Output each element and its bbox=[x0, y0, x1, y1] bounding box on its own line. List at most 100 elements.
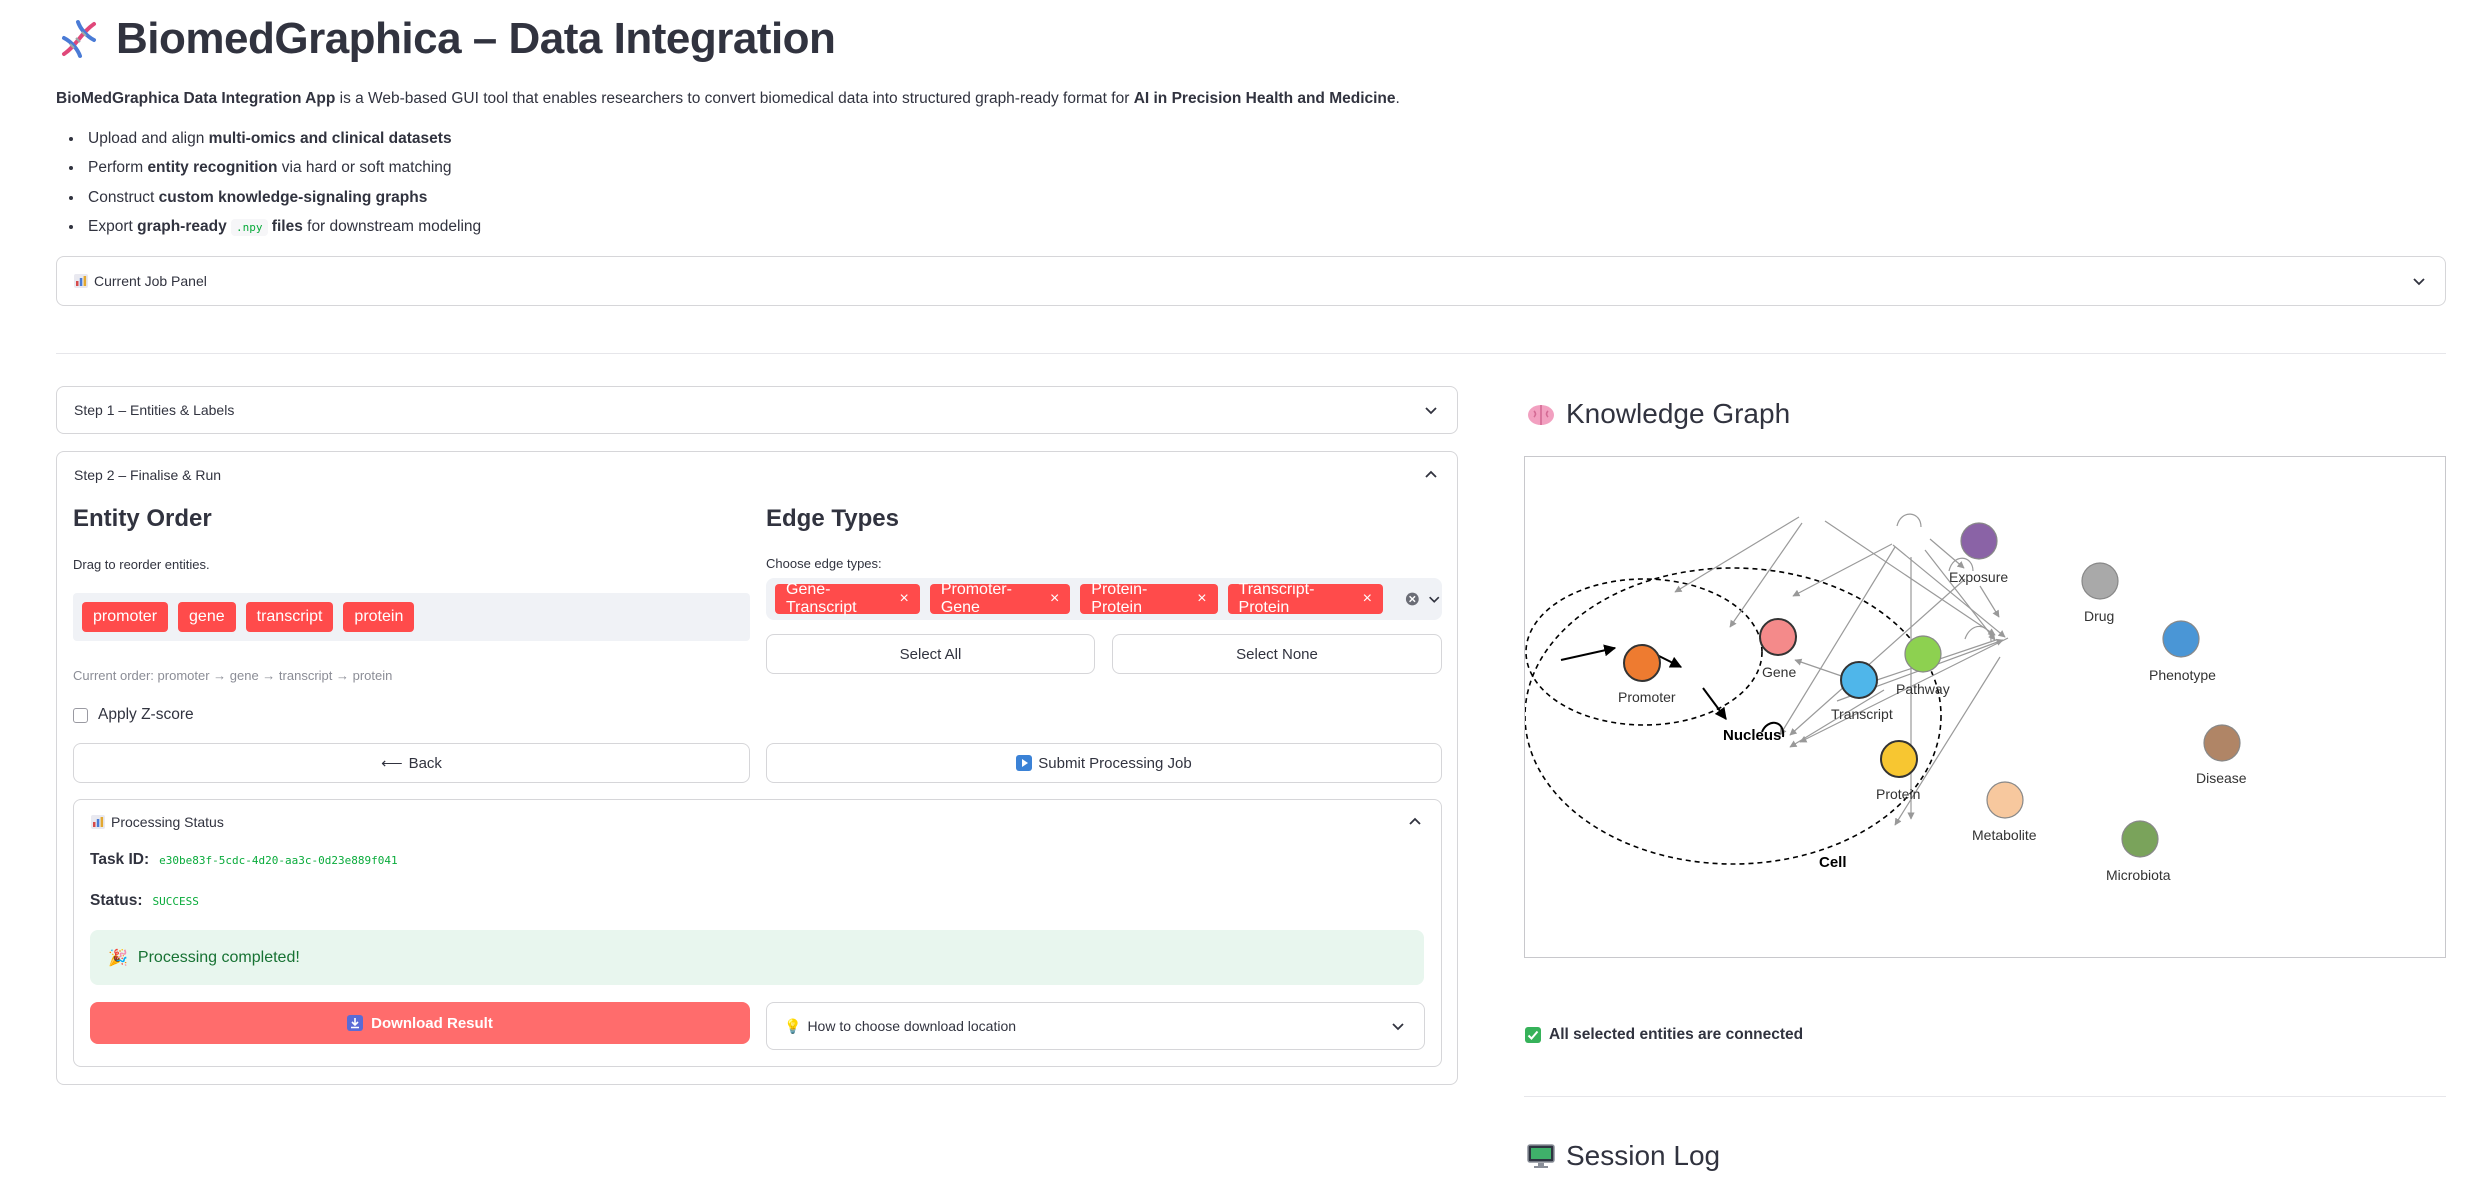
edge-type-multiselect[interactable]: Gene-Transcript × Promoter-Gene × Protein-… bbox=[766, 578, 1442, 620]
chevron-up-icon bbox=[1425, 470, 1437, 478]
play-icon bbox=[1016, 755, 1033, 771]
session-log-heading: Session Log bbox=[1566, 1140, 1721, 1171]
remove-icon[interactable]: × bbox=[1050, 590, 1059, 608]
node-metabolite bbox=[1986, 781, 2024, 819]
feature-list: Upload and align multi-omics and clinica… bbox=[56, 124, 481, 241]
edge-chip[interactable]: Promoter-Gene × bbox=[929, 581, 1071, 616]
knowledge-graph-header: Knowledge Graph bbox=[1526, 398, 1790, 430]
list-item: Upload and align multi-omics and clinica… bbox=[84, 124, 481, 153]
label-pathway: Pathway bbox=[1896, 681, 1950, 697]
label-cell: Cell bbox=[1819, 854, 1847, 871]
node-drug bbox=[2081, 562, 2119, 600]
processing-status-label: Processing Status bbox=[111, 814, 224, 830]
chevron-down-icon[interactable] bbox=[1426, 590, 1442, 608]
chevron-down-icon bbox=[2413, 278, 2425, 286]
divider bbox=[1524, 1096, 2446, 1097]
label-microbiota: Microbiota bbox=[2106, 867, 2171, 883]
entity-chip-protein[interactable]: protein bbox=[343, 602, 415, 632]
entity-chip-promoter[interactable]: promoter bbox=[82, 602, 169, 632]
monitor-icon bbox=[1527, 1144, 1555, 1168]
current-order-text: Current order: promoter → gene → transcr… bbox=[73, 668, 393, 683]
entity-order-hint: Drag to reorder entities. bbox=[73, 557, 210, 572]
node-promoter bbox=[1623, 644, 1661, 682]
label-drug: Drug bbox=[2084, 608, 2114, 624]
chevron-down-icon bbox=[1392, 1023, 1404, 1031]
select-all-button[interactable]: Select All bbox=[766, 634, 1095, 674]
intro-body: is a Web-based GUI tool that enables res… bbox=[335, 90, 1134, 107]
label-nucleus: Nucleus bbox=[1723, 727, 1781, 744]
label-gene: Gene bbox=[1762, 664, 1796, 680]
intro-focus: AI in Precision Health and Medicine bbox=[1133, 90, 1396, 107]
select-none-button[interactable]: Select None bbox=[1112, 634, 1442, 674]
status-row: Status: SUCCESS bbox=[90, 892, 199, 910]
submit-label: Submit Processing Job bbox=[1038, 754, 1192, 772]
intro-app-name: BioMedGraphica Data Integration App bbox=[56, 90, 336, 107]
processing-status-header[interactable]: Processing Status bbox=[74, 800, 1441, 844]
edge-types-heading: Edge Types bbox=[766, 505, 899, 532]
edge-chip[interactable]: Protein-Protein × bbox=[1080, 581, 1218, 616]
download-result-button[interactable]: Download Result bbox=[90, 1002, 750, 1044]
chevron-down-icon bbox=[1425, 407, 1437, 415]
step1-label: Step 1 – Entities & Labels bbox=[74, 402, 235, 418]
bar-chart-icon bbox=[74, 274, 88, 288]
label-promoter: Promoter bbox=[1618, 689, 1676, 705]
node-disease bbox=[2203, 724, 2241, 762]
connected-status: All selected entities are connected bbox=[1525, 1026, 1803, 1044]
dna-icon bbox=[62, 20, 96, 58]
remove-icon[interactable]: × bbox=[1197, 590, 1206, 608]
node-microbiota bbox=[2121, 820, 2159, 858]
node-exposure bbox=[1960, 522, 1998, 560]
zscore-label: Apply Z-score bbox=[98, 706, 194, 723]
session-log-header: Session Log bbox=[1526, 1140, 1720, 1172]
remove-icon[interactable]: × bbox=[1363, 590, 1372, 608]
back-label: Back bbox=[408, 754, 442, 772]
status-label: Status: bbox=[90, 892, 143, 909]
list-item: Perform entity recognition via hard or s… bbox=[84, 153, 481, 182]
success-message: 🎉 Processing completed! bbox=[90, 930, 1424, 985]
download-icon bbox=[347, 1015, 364, 1031]
download-help-label: How to choose download location bbox=[807, 1018, 1017, 1034]
node-transcript bbox=[1840, 661, 1878, 699]
remove-icon[interactable]: × bbox=[899, 590, 908, 608]
edge-chip[interactable]: Transcript-Protein × bbox=[1227, 581, 1383, 616]
knowledge-graph-svg: Promoter Gene Transcript Protein Pathway… bbox=[1524, 513, 2247, 883]
submit-job-button[interactable]: Submit Processing Job bbox=[766, 743, 1442, 783]
bar-chart-icon bbox=[91, 815, 105, 829]
status-badge: SUCCESS bbox=[152, 894, 199, 908]
npy-code: .npy bbox=[231, 218, 268, 236]
entity-chip-transcript[interactable]: transcript bbox=[245, 602, 334, 632]
label-phenotype: Phenotype bbox=[2149, 667, 2216, 683]
page-header: BiomedGraphica – Data Integration bbox=[56, 14, 836, 64]
sortable-entity-list: promoter gene transcript protein bbox=[73, 593, 750, 641]
download-help-expander[interactable]: 💡 How to choose download location bbox=[766, 1002, 1425, 1050]
list-item: Construct custom knowledge-signaling gra… bbox=[84, 183, 481, 212]
label-metabolite: Metabolite bbox=[1972, 827, 2037, 843]
step2-label: Step 2 – Finalise & Run bbox=[74, 467, 222, 483]
entity-order-heading: Entity Order bbox=[73, 505, 212, 532]
entity-chip-gene[interactable]: gene bbox=[178, 602, 236, 632]
grey-edges bbox=[1674, 516, 2009, 826]
zscore-row[interactable]: Apply Z-score bbox=[73, 706, 194, 724]
back-button[interactable]: ⟵ Back bbox=[73, 743, 750, 783]
edge-chip[interactable]: Gene-Transcript × bbox=[775, 581, 920, 616]
edge-types-hint: Choose edge types: bbox=[766, 556, 882, 571]
knowledge-graph-heading: Knowledge Graph bbox=[1566, 398, 1791, 429]
intro-end: . bbox=[1395, 90, 1400, 107]
step2-header[interactable]: Step 2 – Finalise & Run bbox=[57, 452, 1457, 498]
task-id-value: e30be83f-5cdc-4d20-aa3c-0d23e889f041 bbox=[159, 853, 398, 867]
arrow-left-icon: ⟵ bbox=[381, 755, 403, 772]
current-job-panel[interactable]: Current Job Panel bbox=[56, 256, 2446, 306]
step1-expander[interactable]: Step 1 – Entities & Labels bbox=[56, 386, 1458, 434]
divider bbox=[56, 353, 2446, 354]
clear-all-icon[interactable] bbox=[1405, 591, 1420, 607]
chevron-up-icon bbox=[1409, 817, 1421, 825]
intro-text: BioMedGraphica Data Integration App is a… bbox=[56, 90, 1400, 108]
check-box-icon bbox=[1525, 1027, 1541, 1043]
label-exposure: Exposure bbox=[1949, 569, 2008, 585]
connected-text: All selected entities are connected bbox=[1549, 1026, 1804, 1043]
download-label: Download Result bbox=[371, 1014, 493, 1032]
zscore-checkbox[interactable] bbox=[73, 707, 88, 723]
node-pathway bbox=[1904, 635, 1942, 673]
knowledge-graph-canvas: Promoter Gene Transcript Protein Pathway… bbox=[1524, 456, 2446, 958]
list-item: Export graph-ready .npy files for downst… bbox=[84, 212, 481, 241]
